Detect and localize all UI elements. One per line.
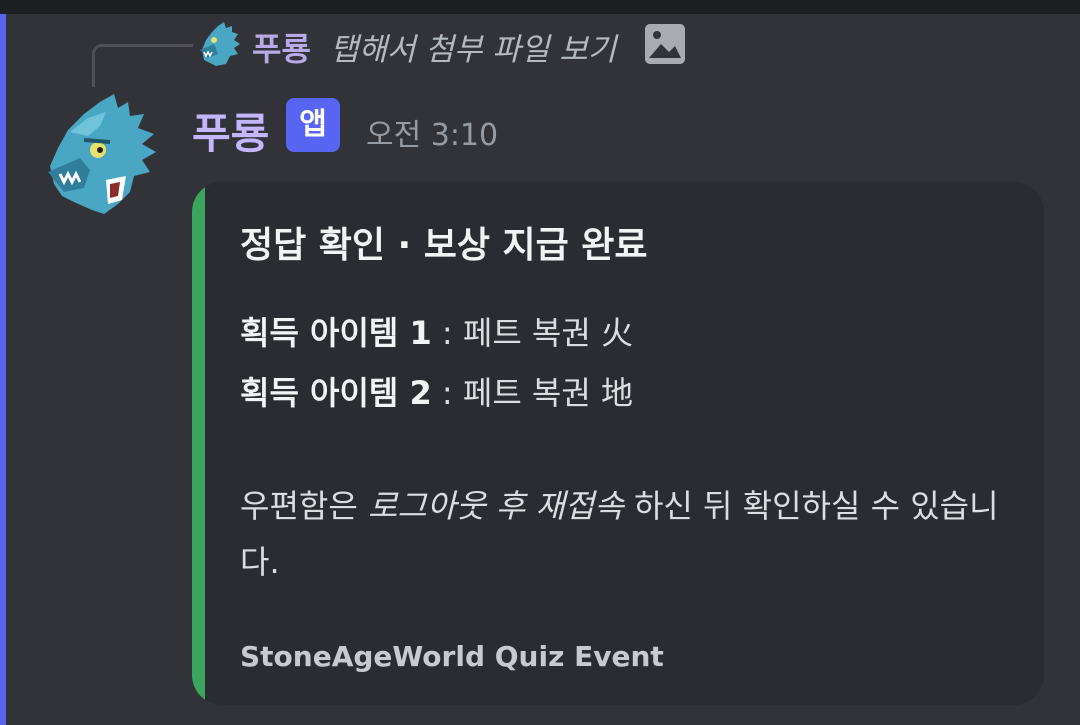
reply-preview-text[interactable]: 탭해서 첨부 파일 보기 <box>330 24 616 69</box>
mention-highlight-bar <box>0 14 6 725</box>
field-separator: : <box>431 314 463 352</box>
top-bar <box>0 0 1080 14</box>
embed-description: 우편함은 로그아웃 후 재접속 하신 뒤 확인하실 수 있습니다. <box>240 478 1000 590</box>
embed-accent-bar <box>192 182 205 705</box>
field-value: 페트 복권 地 <box>462 374 633 412</box>
description-emphasis: 로그아웃 후 재접속 <box>367 487 624 525</box>
message-embed: 정답 확인 · 보상 지급 완료 획득 아이템 1 : 페트 복권 火 획득 아… <box>192 182 1044 705</box>
description-text: 우편함은 <box>240 487 368 525</box>
bot-username[interactable]: 푸룡 <box>192 100 269 161</box>
embed-title: 정답 확인 · 보상 지급 완료 <box>240 225 648 266</box>
reply-avatar-dragon-icon[interactable] <box>196 20 242 68</box>
field-label: 획득 아이템 1 <box>240 314 432 352</box>
embed-field-item-2: 획득 아이템 2 : 페트 복권 地 <box>240 368 633 414</box>
image-icon[interactable] <box>645 24 685 64</box>
app-badge: 앱 <box>286 98 340 152</box>
field-label: 획득 아이템 2 <box>240 374 432 412</box>
bot-avatar-dragon-icon[interactable] <box>44 92 160 216</box>
embed-footer: StoneAgeWorld Quiz Event <box>240 640 664 673</box>
embed-field-item-1: 획득 아이템 1 : 페트 복권 火 <box>240 308 633 354</box>
message-timestamp: 오전 3:10 <box>366 118 499 153</box>
field-separator: : <box>431 374 463 412</box>
reply-connector <box>92 44 193 87</box>
field-value: 페트 복권 火 <box>462 314 633 352</box>
reply-author-name[interactable]: 푸룡 <box>252 24 311 70</box>
